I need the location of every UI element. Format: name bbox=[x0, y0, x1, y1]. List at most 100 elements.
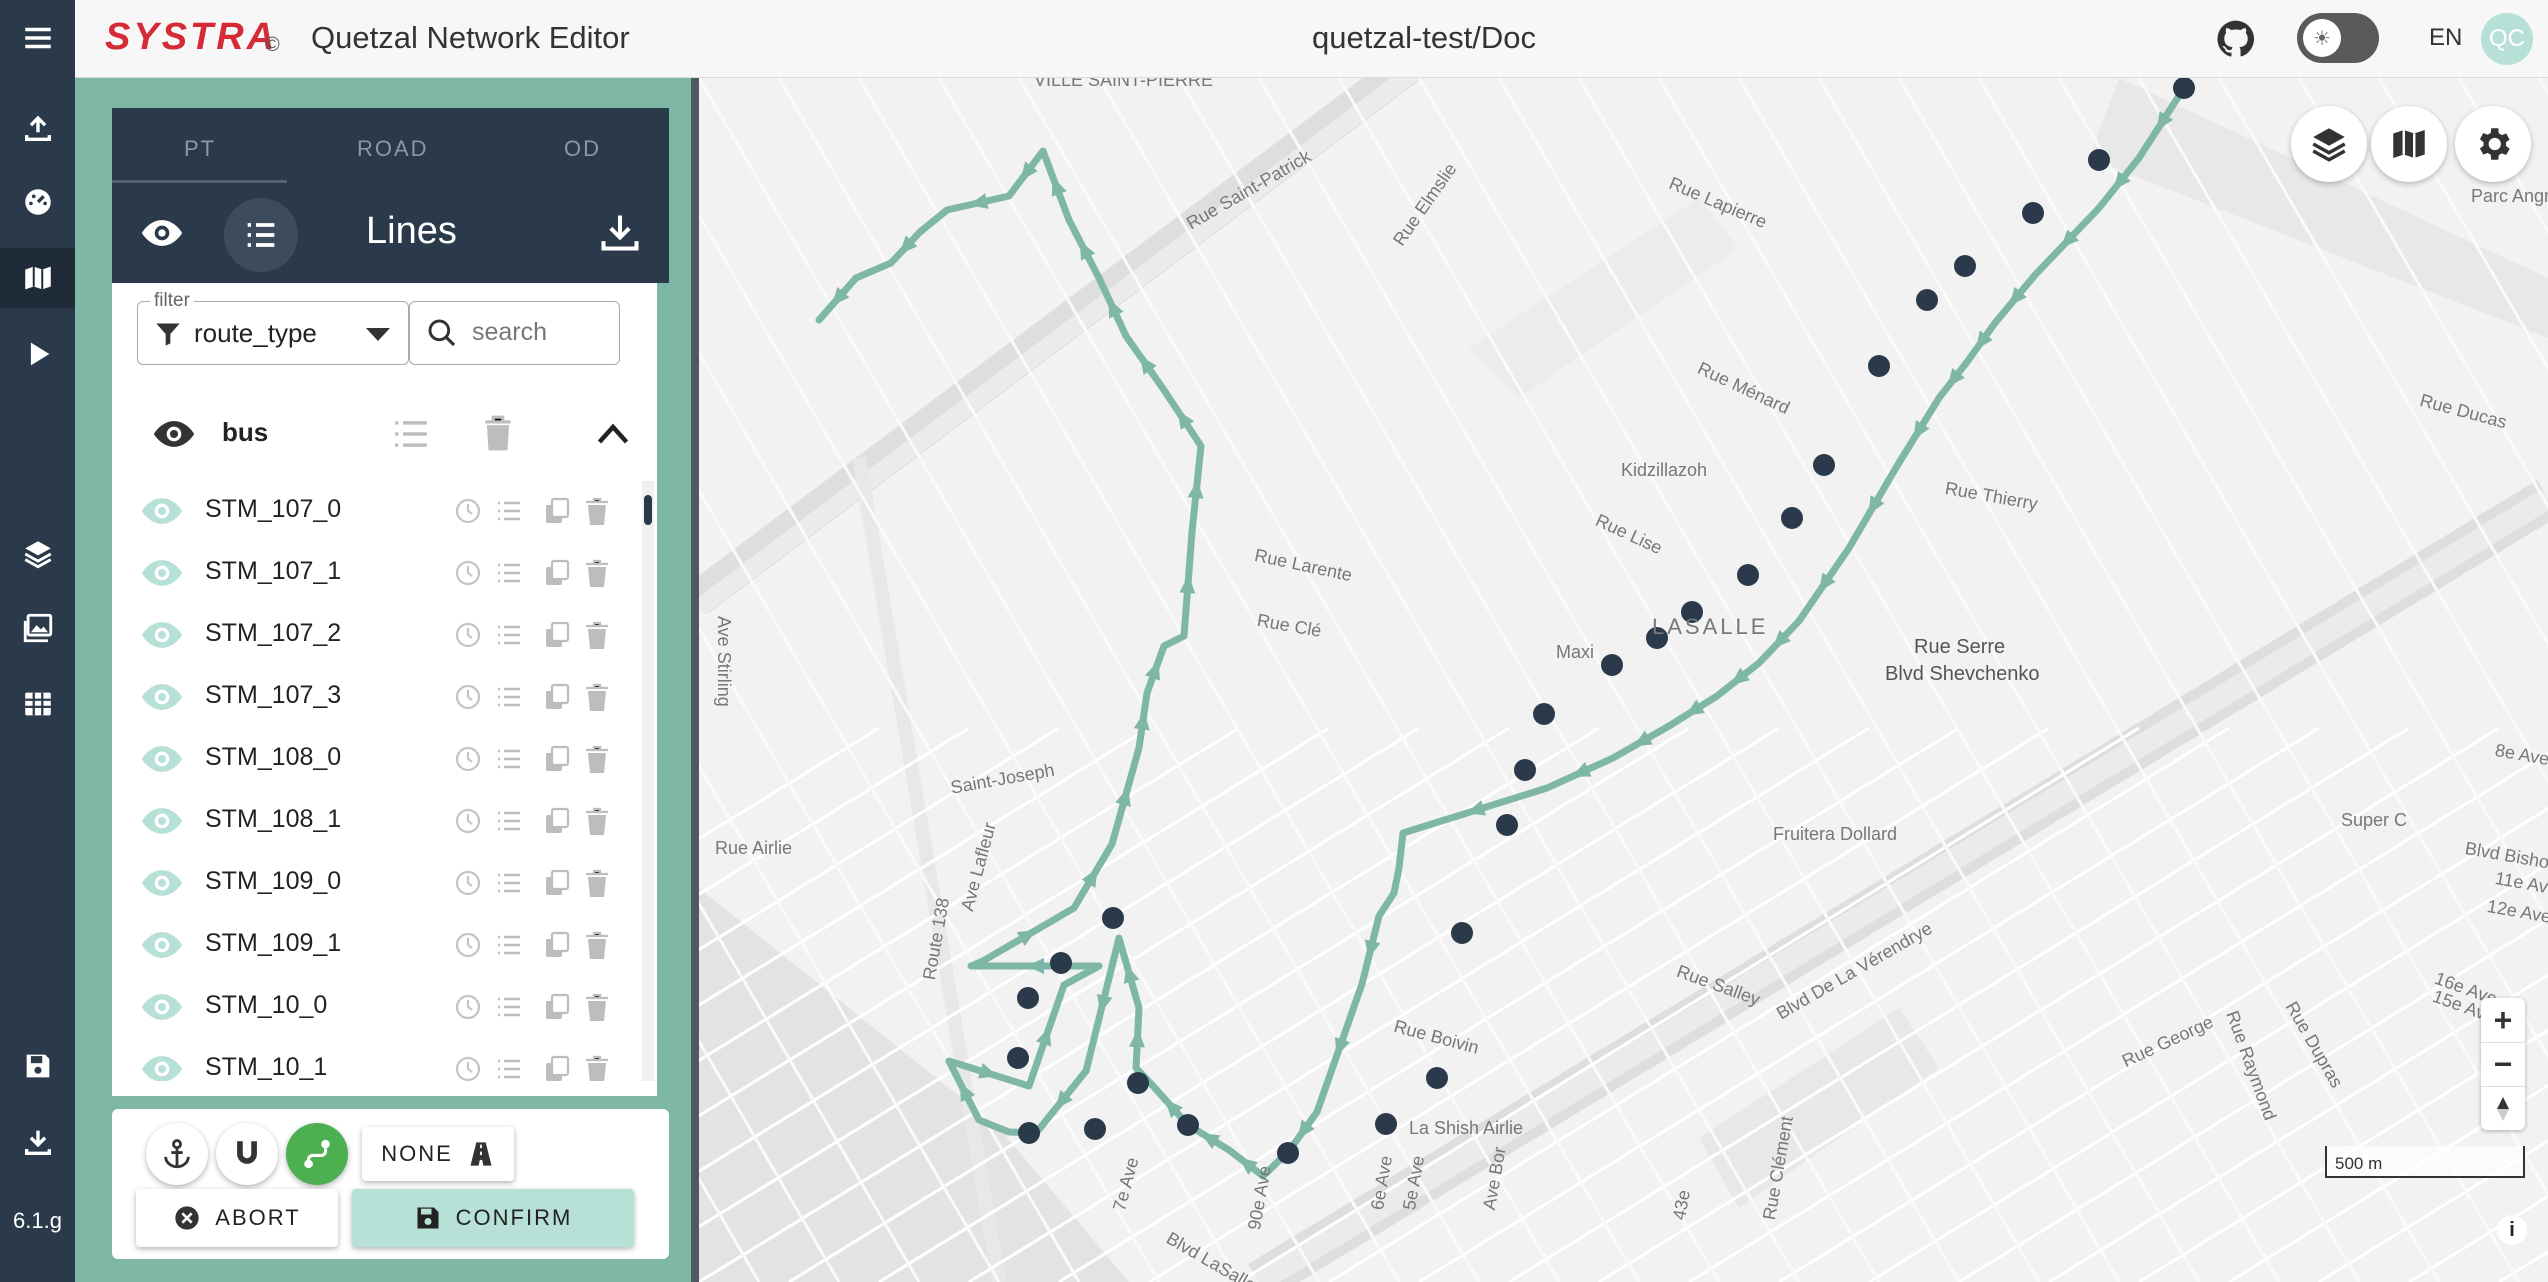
zoom-in-button[interactable]: + bbox=[2481, 998, 2525, 1042]
eye-icon[interactable] bbox=[140, 555, 184, 591]
route-stop[interactable] bbox=[1050, 952, 1072, 974]
eye-icon[interactable] bbox=[152, 417, 196, 451]
eye-icon[interactable] bbox=[140, 617, 184, 653]
github-icon[interactable] bbox=[2215, 18, 2257, 60]
route-stop[interactable] bbox=[1007, 1047, 1029, 1069]
line-actions[interactable] bbox=[454, 991, 624, 1023]
line-actions[interactable] bbox=[454, 805, 624, 837]
route-stop[interactable] bbox=[2173, 78, 2195, 99]
abort-button[interactable]: ABORT bbox=[136, 1189, 338, 1247]
map-icon[interactable] bbox=[0, 248, 75, 308]
line-actions[interactable] bbox=[454, 743, 624, 775]
save-icon[interactable] bbox=[0, 1036, 75, 1096]
route-stop[interactable] bbox=[1868, 355, 1890, 377]
route-stop[interactable] bbox=[1737, 564, 1759, 586]
confirm-button[interactable]: CONFIRM bbox=[352, 1189, 634, 1247]
line-actions[interactable] bbox=[454, 867, 624, 899]
map-canvas[interactable]: VILLE SAINT-PIERRE Rue Lapierre Rue Saint-… bbox=[699, 78, 2548, 1282]
route-stop[interactable] bbox=[1496, 814, 1518, 836]
settings-button[interactable] bbox=[2455, 106, 2531, 182]
line-actions[interactable] bbox=[454, 1053, 624, 1081]
none-mode-button[interactable]: NONE bbox=[362, 1127, 514, 1181]
filter-select[interactable]: filter route_type bbox=[137, 290, 409, 365]
line-item[interactable]: STM_108_0 bbox=[112, 729, 642, 791]
zoom-out-button[interactable]: − bbox=[2481, 1042, 2525, 1086]
line-item[interactable]: STM_108_1 bbox=[112, 791, 642, 853]
basemap-button[interactable] bbox=[2371, 106, 2447, 182]
images-icon[interactable] bbox=[0, 598, 75, 658]
tab-pt[interactable]: PT bbox=[184, 136, 216, 162]
line-item[interactable]: STM_109_1 bbox=[112, 915, 642, 977]
tab-road[interactable]: ROAD bbox=[357, 136, 429, 162]
route-stop[interactable] bbox=[1102, 907, 1124, 929]
table-icon[interactable] bbox=[0, 674, 75, 734]
route-stop[interactable] bbox=[1954, 255, 1976, 277]
line-item[interactable]: STM_107_0 bbox=[112, 481, 642, 543]
route-stop[interactable] bbox=[1781, 507, 1803, 529]
street-label: Maxi bbox=[1556, 642, 1595, 662]
route-stop[interactable] bbox=[1533, 703, 1555, 725]
eye-icon[interactable] bbox=[140, 803, 184, 839]
route-stop[interactable] bbox=[1018, 1122, 1040, 1144]
search-input[interactable] bbox=[470, 314, 610, 350]
upload-icon[interactable] bbox=[0, 98, 75, 158]
line-item[interactable]: STM_10_0 bbox=[112, 977, 642, 1039]
info-button[interactable]: i bbox=[2497, 1215, 2527, 1245]
line-item[interactable]: STM_107_1 bbox=[112, 543, 642, 605]
layers-icon[interactable] bbox=[0, 524, 75, 584]
route-stop[interactable] bbox=[2022, 202, 2044, 224]
avatar[interactable]: QC bbox=[2481, 13, 2533, 65]
line-actions[interactable] bbox=[454, 929, 624, 961]
download-icon[interactable] bbox=[598, 210, 642, 254]
route-stop[interactable] bbox=[1426, 1067, 1448, 1089]
eye-icon[interactable] bbox=[140, 989, 184, 1025]
play-icon[interactable] bbox=[0, 324, 75, 384]
menu-icon[interactable] bbox=[0, 8, 75, 68]
line-item[interactable]: STM_107_2 bbox=[112, 605, 642, 667]
chevron-up-icon[interactable] bbox=[595, 418, 631, 448]
route-stop[interactable] bbox=[1375, 1113, 1397, 1135]
list-scrollbar-thumb[interactable] bbox=[644, 495, 652, 525]
eye-icon[interactable] bbox=[140, 493, 184, 529]
layers-button[interactable] bbox=[2291, 106, 2367, 182]
route-stop[interactable] bbox=[1514, 759, 1536, 781]
route-stop[interactable] bbox=[1017, 987, 1039, 1009]
line-item[interactable]: STM_107_3 bbox=[112, 667, 642, 729]
route-stop[interactable] bbox=[1916, 289, 1938, 311]
list-view-button[interactable] bbox=[224, 198, 298, 272]
eye-icon[interactable] bbox=[140, 741, 184, 777]
eye-icon[interactable] bbox=[140, 211, 184, 255]
route-stop[interactable] bbox=[1127, 1072, 1149, 1094]
route-stop[interactable] bbox=[1277, 1142, 1299, 1164]
line-actions[interactable] bbox=[454, 557, 624, 589]
compass-button[interactable] bbox=[2481, 1086, 2525, 1130]
line-item[interactable]: STM_109_0 bbox=[112, 853, 642, 915]
route-stop[interactable] bbox=[1813, 454, 1835, 476]
line-actions[interactable] bbox=[454, 619, 624, 651]
route-stop[interactable] bbox=[1451, 922, 1473, 944]
line-item[interactable]: STM_10_1 bbox=[112, 1039, 642, 1081]
list-scrollbar[interactable] bbox=[642, 481, 654, 1081]
line-actions[interactable] bbox=[454, 681, 624, 713]
theme-toggle[interactable]: ☀ bbox=[2297, 13, 2379, 63]
route-stop[interactable] bbox=[1084, 1118, 1106, 1140]
line-actions[interactable] bbox=[454, 495, 624, 527]
route-stop[interactable] bbox=[1177, 1114, 1199, 1136]
eye-icon[interactable] bbox=[140, 1051, 184, 1081]
route-stop[interactable] bbox=[1601, 654, 1623, 676]
panel-divider[interactable] bbox=[691, 78, 699, 1282]
magnet-button[interactable] bbox=[216, 1123, 278, 1185]
trash-icon[interactable] bbox=[482, 414, 514, 452]
dashboard-icon[interactable] bbox=[0, 172, 75, 232]
eye-icon[interactable] bbox=[140, 927, 184, 963]
routing-button[interactable] bbox=[286, 1123, 348, 1185]
anchor-button[interactable] bbox=[146, 1123, 208, 1185]
eye-icon[interactable] bbox=[140, 865, 184, 901]
list-icon[interactable] bbox=[392, 417, 430, 451]
tab-od[interactable]: OD bbox=[564, 136, 601, 162]
search-field[interactable] bbox=[409, 301, 620, 365]
language-selector[interactable]: EN bbox=[2429, 24, 2462, 52]
download-icon[interactable] bbox=[0, 1112, 75, 1172]
eye-icon[interactable] bbox=[140, 679, 184, 715]
route-stop[interactable] bbox=[2088, 149, 2110, 171]
